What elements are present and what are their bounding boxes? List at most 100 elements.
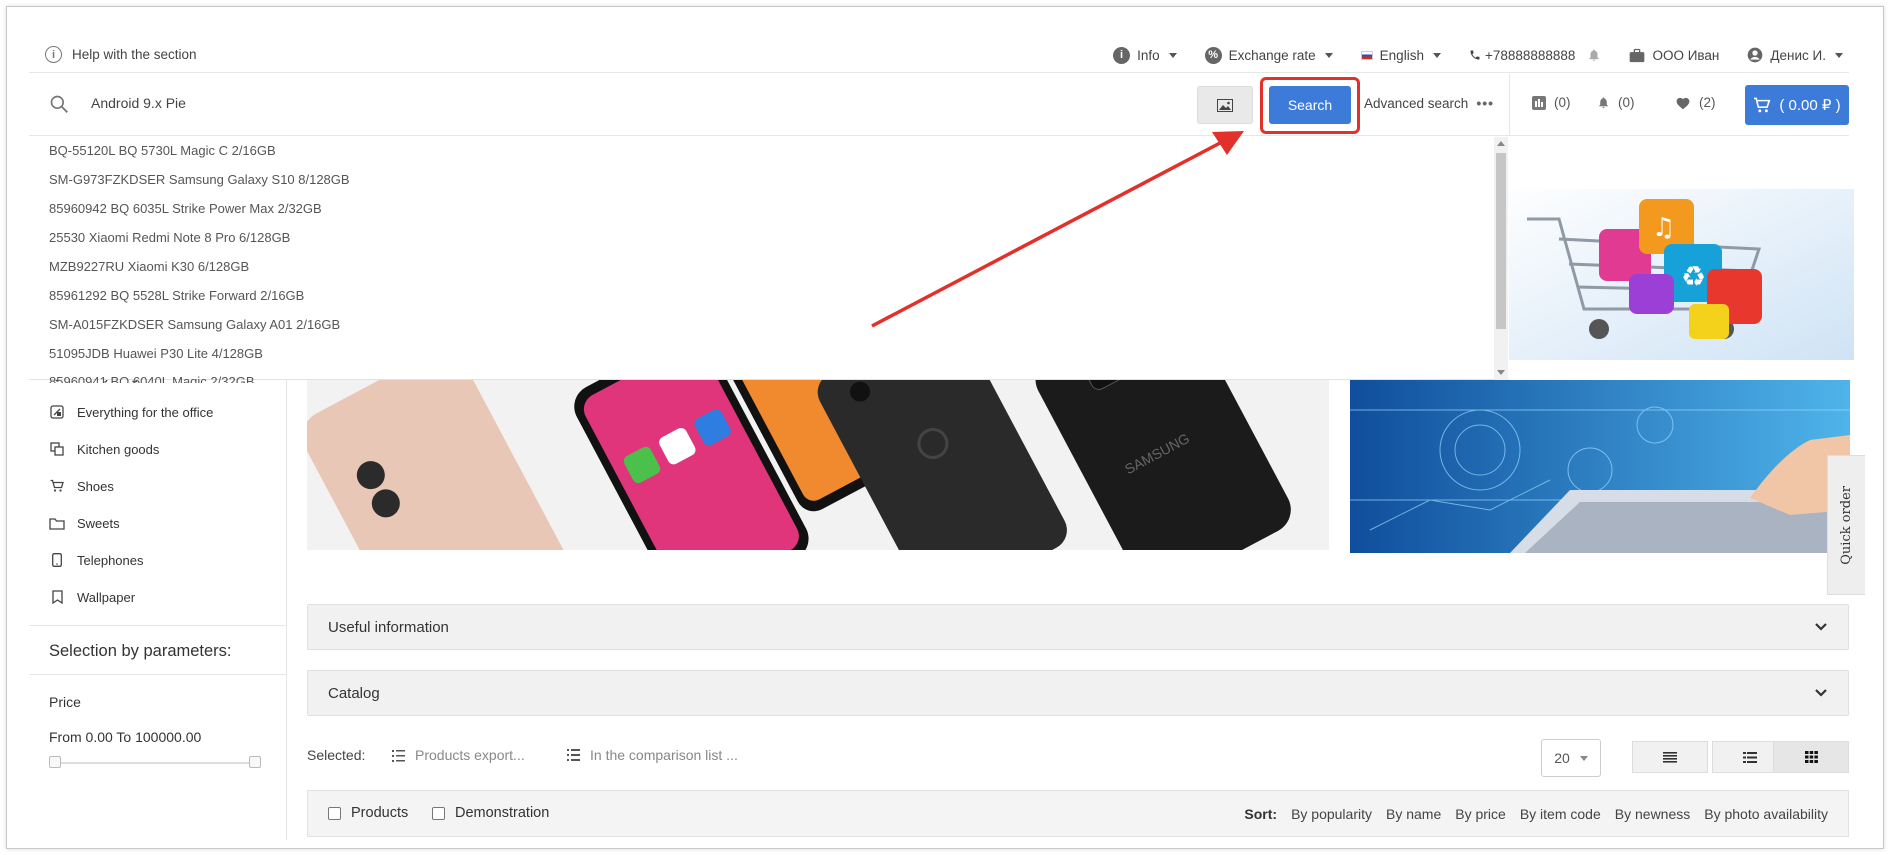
caret-down-icon — [1579, 755, 1588, 761]
laptop-banner-image — [1350, 380, 1850, 553]
category-label: Shoes — [77, 478, 114, 494]
cart-button[interactable]: ( 0.00 ₽ ) — [1745, 85, 1849, 125]
shopping-cart-banner[interactable]: ♫ ♻ — [1489, 189, 1854, 360]
sort-by-photo-availability[interactable]: By photo availability — [1704, 806, 1828, 822]
cart-icon — [1754, 97, 1771, 113]
heart-icon — [1676, 97, 1690, 109]
scroll-thumb[interactable] — [1496, 153, 1506, 329]
language-menu[interactable]: English — [1360, 48, 1441, 63]
quick-order-tab[interactable]: Quick order — [1827, 455, 1865, 595]
category-item[interactable]: Everything for the office — [49, 404, 213, 420]
category-item[interactable]: Kitchen goods — [49, 441, 159, 457]
products-label: Products — [351, 805, 409, 821]
slider-min-handle[interactable] — [49, 756, 61, 768]
scroll-up-arrow-icon[interactable] — [1497, 141, 1505, 146]
sort-by-item-code[interactable]: By item code — [1520, 806, 1601, 822]
caret-down-icon — [1835, 52, 1843, 58]
wishlist-counter[interactable]: (2) — [1675, 95, 1716, 110]
accordion-label: Catalog — [328, 684, 380, 702]
info-icon: i — [1113, 46, 1131, 64]
cart-total: ( 0.00 ₽ ) — [1779, 97, 1841, 114]
search-icon — [50, 95, 68, 113]
suggestion-item[interactable]: 51095JDB Huawei P30 Lite 4/128GB — [49, 346, 263, 361]
wishlist-count: (2) — [1699, 95, 1716, 110]
useful-information-accordion[interactable]: Useful information — [307, 604, 1849, 650]
products-export-button[interactable]: Products export... — [392, 747, 525, 763]
suggestion-item[interactable]: 85960941 BQ 6040L Magic 2/32GB — [49, 375, 255, 383]
laptop-banner[interactable] — [1350, 380, 1850, 553]
category-item[interactable]: Shoes — [49, 478, 114, 494]
view-grid-icon — [1804, 751, 1818, 763]
folder-icon — [49, 515, 65, 531]
help-link[interactable]: i Help with the section — [45, 46, 197, 63]
category-item[interactable]: Wallpaper — [49, 589, 135, 605]
catalog-accordion[interactable]: Catalog — [307, 670, 1849, 716]
phone-link[interactable]: +78888888888 — [1469, 48, 1575, 63]
demonstration-checkbox[interactable]: Demonstration — [432, 805, 549, 821]
suggestion-item[interactable]: BQ-55120L BQ 5730L Magic C 2/16GB — [49, 143, 276, 158]
phone-label: +78888888888 — [1484, 47, 1576, 63]
compare-counter[interactable]: (0) — [1532, 95, 1571, 110]
cart-icon — [49, 478, 65, 494]
suggestion-item[interactable]: SM-G973FZKDSER Samsung Galaxy S10 8/128G… — [49, 172, 350, 187]
image-icon — [1217, 98, 1233, 112]
selection-title: Selection by parameters: — [29, 625, 287, 675]
image-search-button[interactable] — [1197, 86, 1253, 124]
notifications-counter[interactable]: (0) — [1597, 95, 1635, 110]
more-dots-icon: ••• — [1476, 95, 1495, 111]
compare-label: In the comparison list ... — [590, 747, 738, 763]
company-menu[interactable]: ООО Иван — [1629, 48, 1719, 63]
divider — [1509, 74, 1510, 136]
sort-by-newness[interactable]: By newness — [1615, 806, 1690, 822]
suggestions-scrollbar[interactable] — [1494, 137, 1508, 380]
comparison-list-button[interactable]: In the comparison list ... — [567, 747, 738, 763]
page-frame: i Help with the section i Info % Exchang… — [6, 6, 1884, 849]
category-item[interactable]: Telephones — [49, 552, 144, 568]
info-menu[interactable]: i Info — [1113, 46, 1177, 64]
caret-down-icon — [1324, 52, 1333, 58]
suggestion-item[interactable]: SM-A015FZKDSER Samsung Galaxy A01 2/16GB — [49, 317, 340, 332]
suggestion-item[interactable]: 25530 Xiaomi Redmi Note 8 Pro 6/128GB — [49, 230, 290, 245]
price-label: Price — [49, 694, 81, 710]
info-circle-icon: i — [45, 46, 62, 63]
sort-by-price[interactable]: By price — [1455, 806, 1506, 822]
view-grid-button[interactable] — [1773, 741, 1849, 773]
sort-by-popularity[interactable]: By popularity — [1291, 806, 1372, 822]
category-label: Telephones — [77, 552, 144, 568]
view-list-icon — [1663, 751, 1677, 763]
price-slider[interactable] — [49, 756, 261, 768]
office-icon — [49, 404, 65, 420]
quick-order-label: Quick order — [1839, 485, 1854, 565]
selected-label: Selected: — [307, 747, 366, 763]
phones-banner-image: SAMSUNG — [307, 380, 1329, 550]
search-input[interactable]: Android 9.x Pie — [91, 95, 186, 111]
checkbox-box[interactable] — [432, 806, 445, 820]
percent-icon: % — [1204, 46, 1222, 64]
view-list-button[interactable] — [1632, 741, 1708, 773]
phones-banner[interactable]: SAMSUNG — [307, 380, 1329, 550]
scroll-down-arrow-icon[interactable] — [1497, 370, 1505, 375]
suggestion-item[interactable]: MZB9227RU Xiaomi K30 6/128GB — [49, 259, 249, 274]
bell-button[interactable] — [1587, 47, 1601, 63]
page: i Help with the section i Info % Exchang… — [29, 37, 1854, 840]
category-item[interactable]: Sweets — [49, 515, 120, 531]
exchange-rate-menu[interactable]: % Exchange rate — [1204, 46, 1333, 64]
products-checkbox[interactable]: Products — [328, 805, 408, 821]
sort-by-name[interactable]: By name — [1386, 806, 1441, 822]
accordion-label: Useful information — [328, 618, 449, 636]
sort-options: Sort: By popularity By name By price By … — [1244, 806, 1828, 822]
slider-max-handle[interactable] — [249, 756, 261, 768]
suggestion-item[interactable]: 85960942 BQ 6035L Strike Power Max 2/32G… — [49, 201, 322, 216]
per-page-select[interactable]: 20 — [1541, 739, 1601, 777]
chevron-down-icon — [1815, 623, 1827, 631]
bookmark-icon — [49, 589, 65, 605]
export-label: Products export... — [415, 747, 525, 763]
flag-icon — [1360, 50, 1373, 60]
briefcase-icon — [1630, 48, 1645, 62]
advanced-search-link[interactable]: Advanced search ••• — [1364, 95, 1494, 111]
checkbox-box[interactable] — [328, 806, 341, 820]
compare-icon — [1532, 95, 1546, 110]
category-label: Sweets — [77, 515, 120, 531]
suggestion-item[interactable]: 85961292 BQ 5528L Strike Forward 2/16GB — [49, 288, 304, 303]
user-menu[interactable]: Денис И. — [1747, 47, 1843, 63]
